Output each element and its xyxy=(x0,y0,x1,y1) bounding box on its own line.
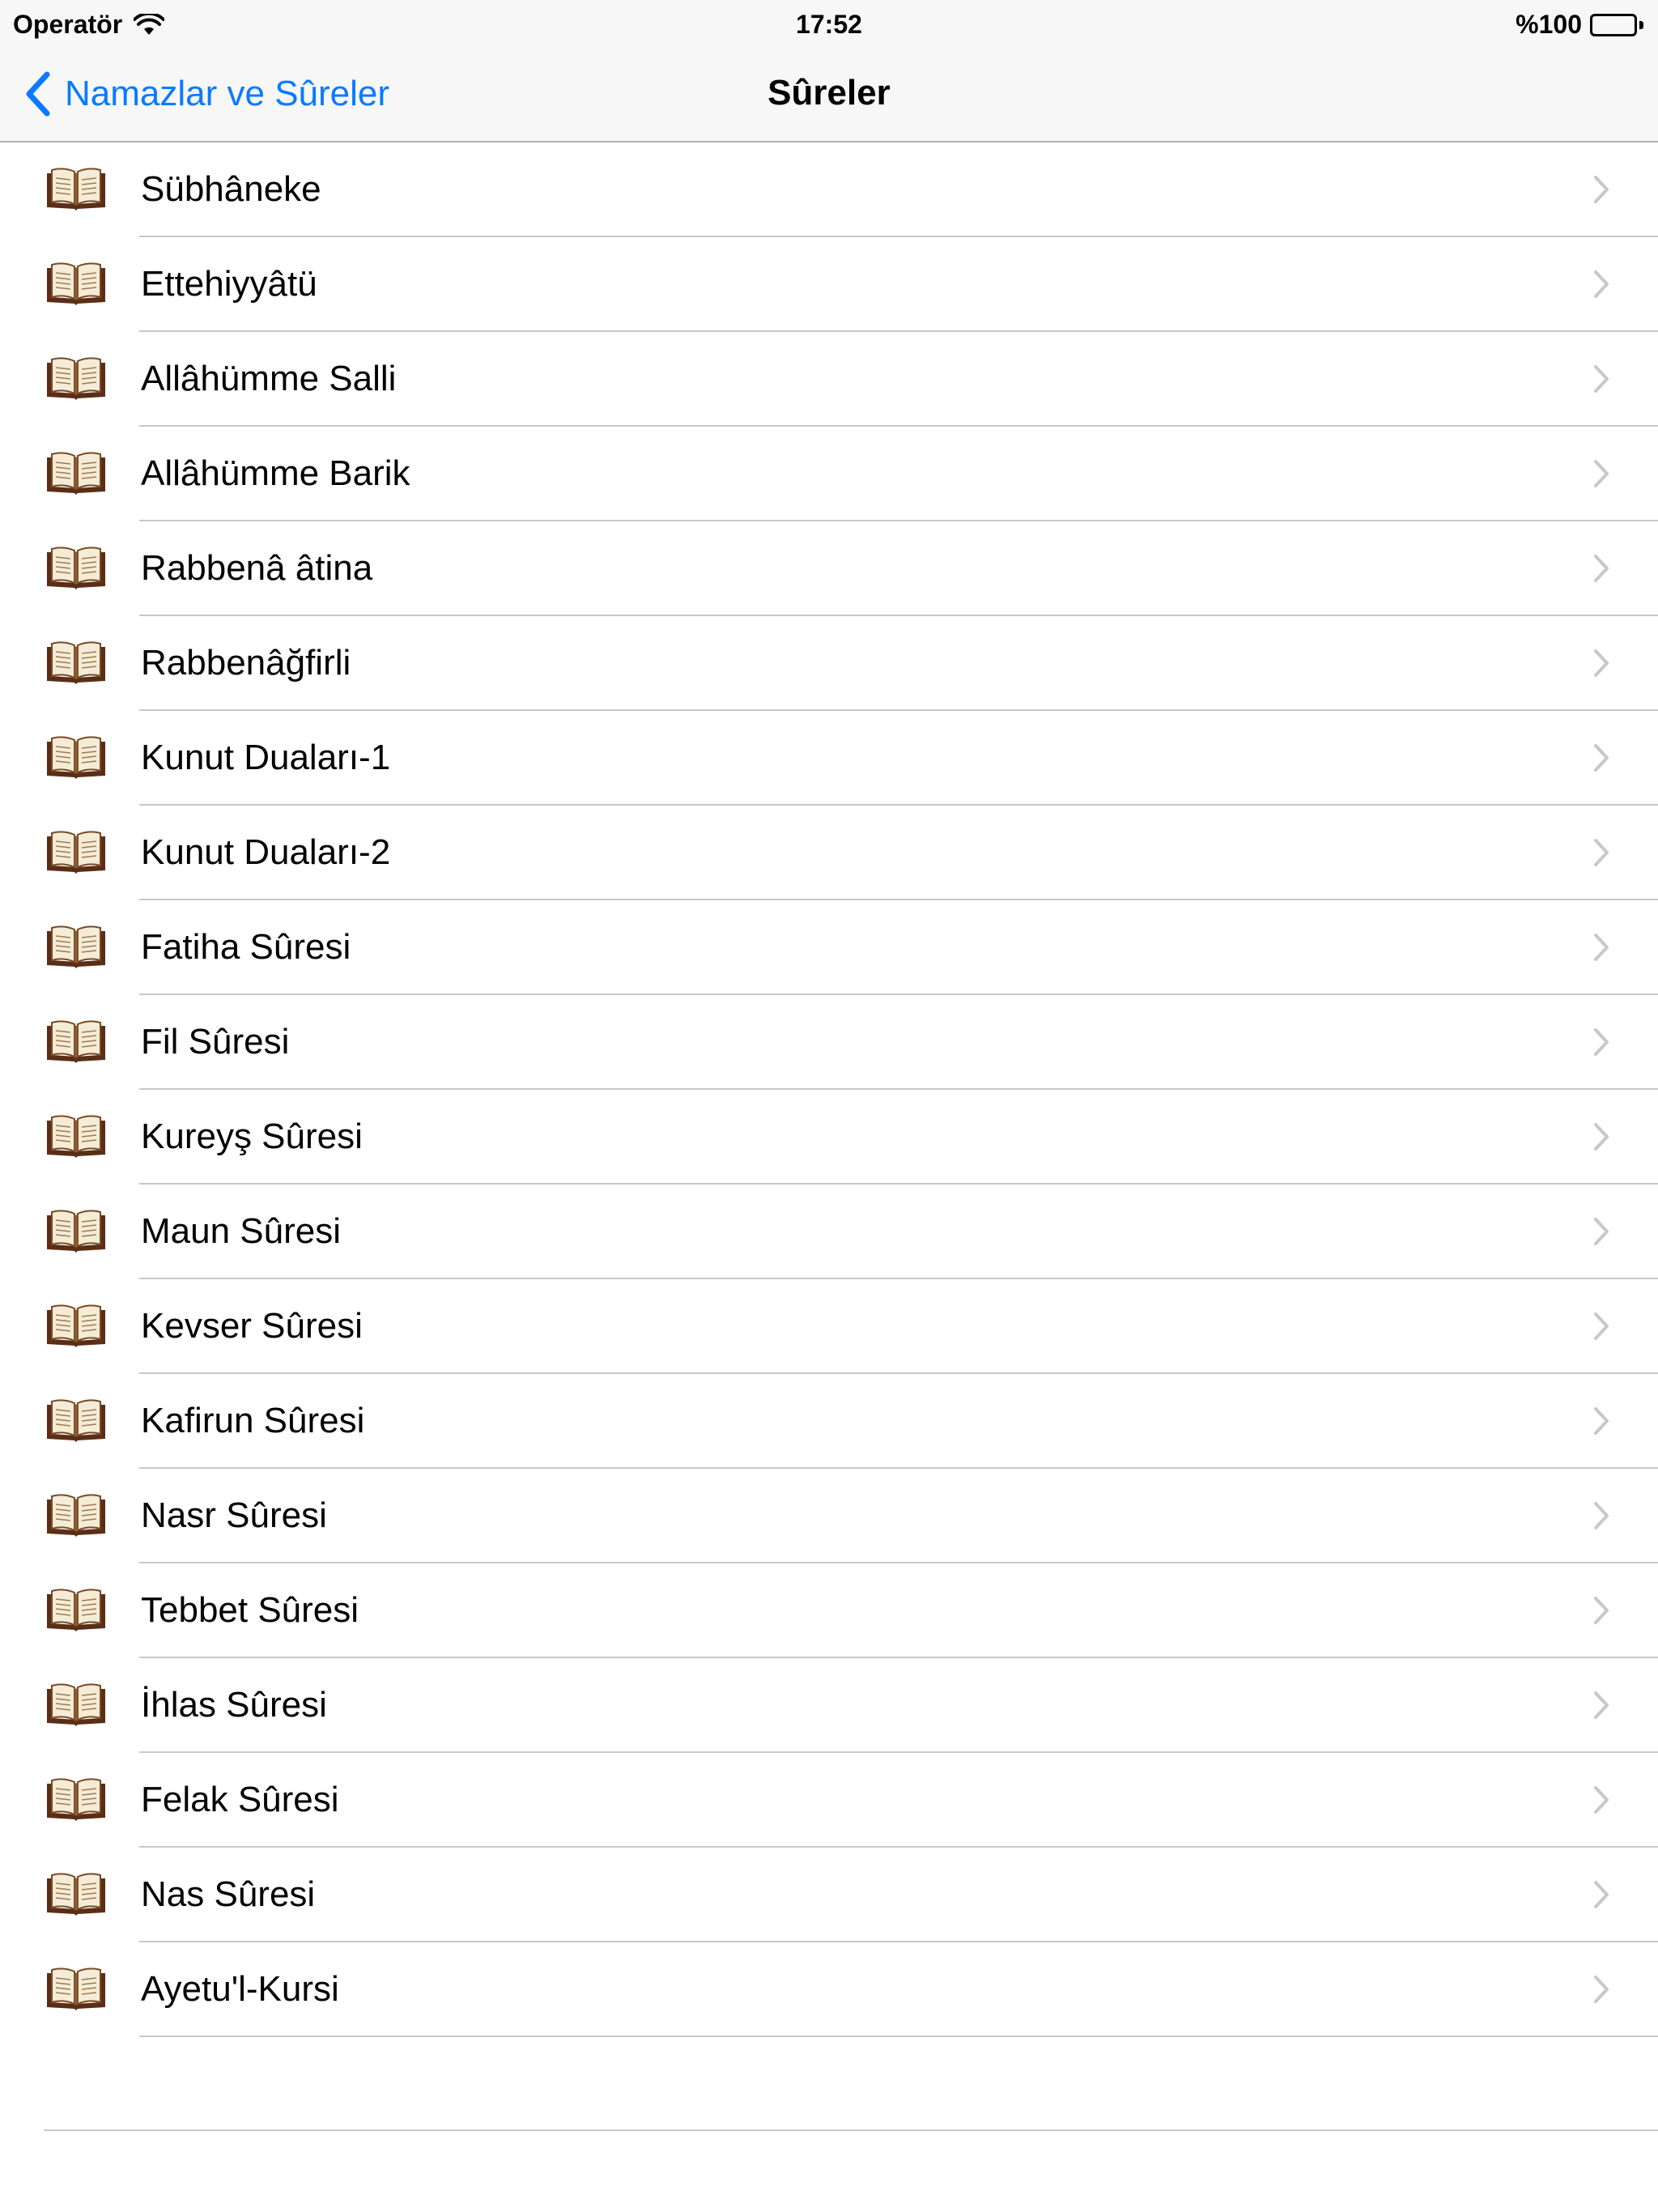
list-item-label: Allâhümme Barik xyxy=(141,453,410,493)
list-item[interactable]: Sübhâneke xyxy=(0,143,1658,237)
list-item[interactable]: Kafirun Sûresi xyxy=(0,1374,1658,1469)
chevron-right-icon xyxy=(1594,839,1609,866)
list-item[interactable]: Kunut Duaları-1 xyxy=(0,711,1658,806)
open-book-icon xyxy=(47,1873,105,1916)
list-item[interactable]: Nas Sûresi xyxy=(0,1848,1658,1942)
list-item[interactable]: Ayetu'l-Kursi xyxy=(0,1942,1658,2037)
open-book-icon xyxy=(47,1778,105,1821)
list-item[interactable]: Fil Sûresi xyxy=(0,995,1658,1090)
chevron-right-icon xyxy=(1594,1976,1609,2003)
list-item[interactable]: Allâhümme Salli xyxy=(0,332,1658,427)
navigation-bar: Namazlar ve Sûreler Sûreler xyxy=(0,50,1658,141)
list-item-label: Ettehiyyâtü xyxy=(141,264,317,304)
list-item[interactable]: Rabbenâ âtina xyxy=(0,521,1658,616)
chevron-right-icon xyxy=(1594,649,1609,677)
open-book-icon xyxy=(47,357,105,400)
open-book-icon xyxy=(47,831,105,874)
open-book-icon xyxy=(47,1020,105,1063)
open-book-icon xyxy=(47,452,105,495)
list-item[interactable]: Maun Sûresi xyxy=(0,1185,1658,1279)
open-book-icon xyxy=(47,547,105,589)
list-item-label: Felak Sûresi xyxy=(141,1780,339,1819)
list-item-label: Kunut Duaları-1 xyxy=(141,738,391,777)
chevron-right-icon xyxy=(1594,1028,1609,1056)
page-title: Sûreler xyxy=(767,73,891,113)
list-item-label: Tebbet Sûresi xyxy=(141,1590,359,1630)
open-book-icon xyxy=(47,736,105,779)
chevron-right-icon xyxy=(1594,460,1609,487)
chevron-right-icon xyxy=(1594,1407,1609,1435)
open-book-icon xyxy=(47,1683,105,1726)
list-item[interactable]: Fatiha Sûresi xyxy=(0,900,1658,995)
footer-separator xyxy=(44,2129,1658,2131)
battery-status: %100 xyxy=(1516,10,1643,40)
list-item-label: Rabbenâ âtina xyxy=(141,548,373,588)
list-item-label: İhlas Sûresi xyxy=(141,1685,327,1725)
list-item[interactable]: Kunut Duaları-2 xyxy=(0,806,1658,900)
list-item-label: Rabbenâğfirli xyxy=(141,643,351,683)
battery-full-icon xyxy=(1590,13,1643,36)
list-item[interactable]: Felak Sûresi xyxy=(0,1753,1658,1848)
list-item-label: Kafirun Sûresi xyxy=(141,1401,365,1440)
list-item-label: Kevser Sûresi xyxy=(141,1306,363,1346)
open-book-icon xyxy=(47,925,105,968)
open-book-icon xyxy=(47,1399,105,1442)
list-item-label: Maun Sûresi xyxy=(141,1211,342,1251)
list-item-label: Nasr Sûresi xyxy=(141,1495,327,1535)
chevron-right-icon xyxy=(1594,555,1609,582)
chevron-right-icon xyxy=(1594,270,1609,298)
chevron-right-icon xyxy=(1594,744,1609,772)
list-item[interactable]: Ettehiyyâtü xyxy=(0,237,1658,332)
chevron-right-icon xyxy=(1594,1312,1609,1340)
open-book-icon xyxy=(47,262,105,305)
open-book-icon xyxy=(47,1304,105,1347)
list-item-label: Kunut Duaları-2 xyxy=(141,832,391,872)
list-item-label: Kureyş Sûresi xyxy=(141,1117,363,1156)
list-item[interactable]: Kureyş Sûresi xyxy=(0,1090,1658,1185)
list-item[interactable]: Kevser Sûresi xyxy=(0,1279,1658,1374)
status-time: 17:52 xyxy=(796,10,862,39)
open-book-icon xyxy=(47,1967,105,2010)
list-item[interactable]: Allâhümme Barik xyxy=(0,427,1658,521)
chevron-right-icon xyxy=(1594,1881,1609,1908)
chevron-right-icon xyxy=(1594,934,1609,961)
status-bar: Operatör 17:52 %100 xyxy=(0,0,1658,50)
list-item[interactable]: Tebbet Sûresi xyxy=(0,1563,1658,1658)
open-book-icon xyxy=(47,168,105,211)
top-bar: Operatör 17:52 %100 Namazlar ve Sûreler … xyxy=(0,0,1658,143)
open-book-icon xyxy=(47,1115,105,1158)
chevron-right-icon xyxy=(1594,1691,1609,1719)
list-item-label: Fil Sûresi xyxy=(141,1022,290,1061)
list-item[interactable]: Nasr Sûresi xyxy=(0,1469,1658,1563)
list-item[interactable]: Rabbenâğfirli xyxy=(0,616,1658,711)
chevron-right-icon xyxy=(1594,1123,1609,1151)
open-book-icon xyxy=(47,1494,105,1537)
list-item[interactable]: İhlas Sûresi xyxy=(0,1658,1658,1753)
open-book-icon xyxy=(47,641,105,684)
chevron-right-icon xyxy=(1594,365,1609,393)
battery-percent: %100 xyxy=(1516,10,1582,39)
list-item-label: Ayetu'l-Kursi xyxy=(141,1969,339,2009)
open-book-icon xyxy=(47,1589,105,1631)
sure-list: Sübhâneke Ettehiyyâtü Allâhümme Salli Allâh… xyxy=(0,143,1658,2037)
chevron-right-icon xyxy=(1594,176,1609,203)
chevron-right-icon xyxy=(1594,1218,1609,1245)
open-book-icon xyxy=(47,1210,105,1253)
chevron-right-icon xyxy=(1594,1502,1609,1529)
chevron-right-icon xyxy=(1594,1786,1609,1814)
list-item-label: Nas Sûresi xyxy=(141,1874,316,1914)
list-item-label: Fatiha Sûresi xyxy=(141,927,351,967)
list-item-label: Sübhâneke xyxy=(141,169,321,209)
list-item-label: Allâhümme Salli xyxy=(141,359,397,398)
chevron-right-icon xyxy=(1594,1597,1609,1624)
